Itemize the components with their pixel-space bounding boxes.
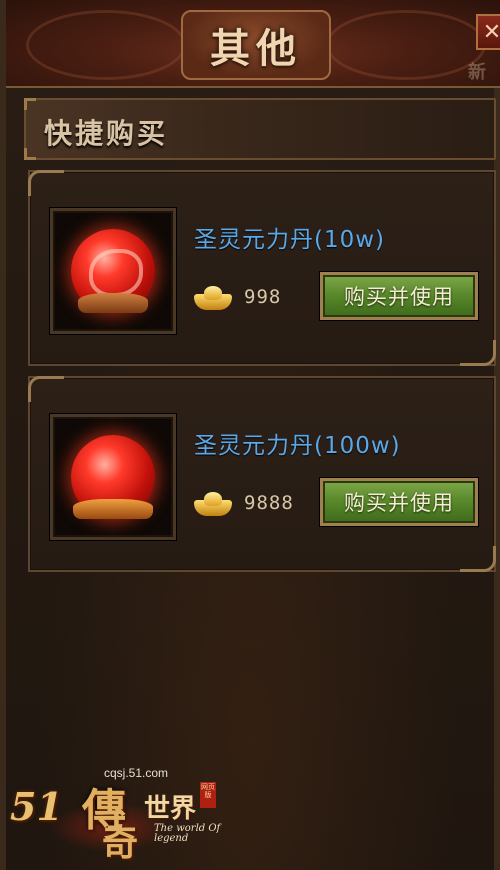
close-icon: ✕ <box>482 19 500 45</box>
item-name: 圣灵元力丹(10w) <box>194 227 386 253</box>
corner-ornament-icon <box>24 148 36 160</box>
gold-ingot-icon <box>194 284 232 310</box>
shop-item: 圣灵元力丹(100w) 9888 购买并使用 <box>28 376 496 572</box>
item-price: 998 <box>244 286 282 308</box>
shop-item: 圣灵元力丹(10w) 998 购买并使用 <box>28 170 496 366</box>
item-icon-slot[interactable] <box>50 208 176 334</box>
logo-seal: 网页版 <box>200 782 216 808</box>
close-button[interactable]: ✕ <box>476 14 500 50</box>
price-row: 998 <box>194 280 281 314</box>
gold-ingot-icon <box>194 490 232 516</box>
site-watermark-logo: 51 cqsj.51.com 傳 奇 世界 The world Of legen… <box>10 762 230 866</box>
logo-char-qi: 奇 <box>102 822 139 864</box>
logo-english: The world Of legend <box>154 823 221 844</box>
buy-and-use-button[interactable]: 购买并使用 <box>320 272 478 320</box>
corner-ornament-icon <box>28 376 64 402</box>
section-header: 快捷购买 <box>24 98 496 160</box>
corner-ornament-icon <box>28 170 64 196</box>
corner-ornament-icon <box>460 546 496 572</box>
decorative-swirl-icon <box>326 10 486 80</box>
price-row: 9888 <box>194 486 294 520</box>
shop-window: 其他 新 ✕ 快捷购买 圣灵元力丹(10w) 998 购买并使用 圣灵元力丹(1… <box>0 0 500 870</box>
corner-ornament-icon <box>24 98 36 110</box>
corner-partial-text: 新 <box>468 62 486 83</box>
title-plate: 其他 <box>181 10 331 80</box>
section-title: 快捷购买 <box>44 117 169 150</box>
buy-and-use-button[interactable]: 购买并使用 <box>320 478 478 526</box>
logo-number: 51 <box>10 784 63 829</box>
item-price: 9888 <box>244 492 294 514</box>
item-name: 圣灵元力丹(100w) <box>194 433 401 459</box>
decorative-swirl-icon <box>26 10 186 80</box>
orb-stand-icon <box>73 499 153 519</box>
item-icon-slot[interactable] <box>50 414 176 540</box>
window-title: 其他 <box>210 25 302 72</box>
corner-ornament-icon <box>460 340 496 366</box>
title-bar: 其他 新 ✕ <box>6 0 500 88</box>
logo-world: 世界 <box>144 794 197 824</box>
orb-stand-icon <box>78 293 148 313</box>
